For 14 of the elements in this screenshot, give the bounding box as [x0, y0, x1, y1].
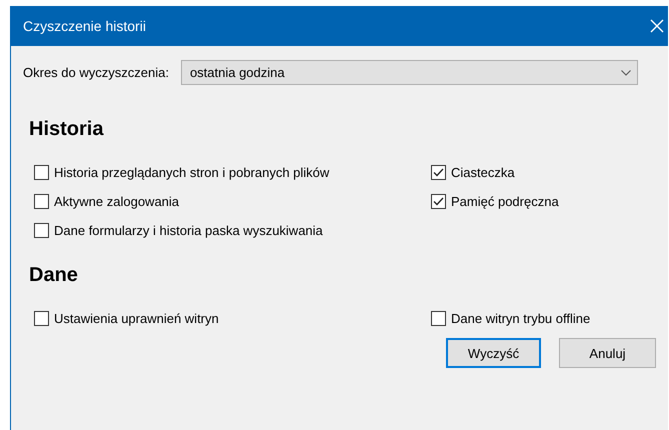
section-heading: Historia — [29, 118, 105, 141]
dialog-button[interactable]: Anuluj — [559, 338, 656, 368]
checkbox-item[interactable]: Aktywne zalogowania — [34, 192, 431, 211]
section-heading: Dane — [29, 264, 79, 287]
checkbox-item[interactable]: Pamięć podręczna — [431, 192, 668, 211]
checkbox-item[interactable]: Dane formularzy i historia paska wyszukiwania — [34, 221, 431, 240]
checkbox-item[interactable]: Dane witryn trybu offline — [431, 309, 668, 328]
checkbox-item[interactable]: Ustawienia uprawnień witryn — [34, 309, 431, 328]
checkbox-item[interactable]: Ciasteczka — [431, 163, 668, 182]
period-label: Okres do wyczyszczenia: — [23, 65, 169, 80]
window-title: Czyszczenie historii — [23, 18, 146, 34]
dialog-button[interactable]: Wyczyść — [446, 338, 541, 368]
checkbox-item[interactable]: Historia przeglądanych stron i pobranych plików — [34, 163, 431, 182]
period-dropdown[interactable]: ostatnia godzina — [180, 60, 638, 85]
